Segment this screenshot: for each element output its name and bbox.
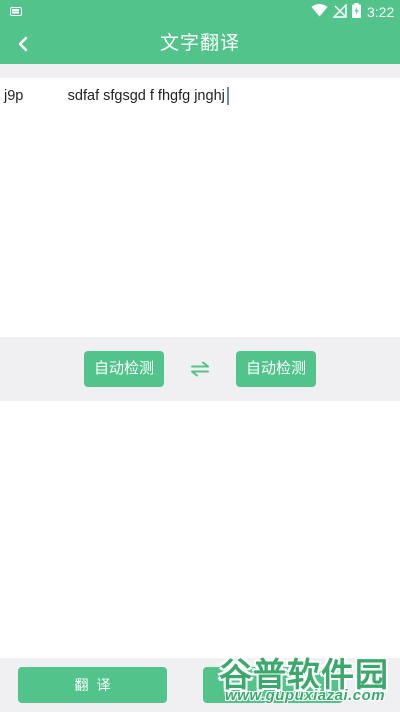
swap-arrows-icon	[191, 361, 209, 377]
text-caret	[226, 87, 229, 106]
app-bar: 文字翻译	[0, 24, 400, 64]
target-language-button[interactable]: 自动检测	[236, 351, 316, 387]
source-text-input[interactable]: j9p sdfaf sfgsgd f fhgfg jnghj	[0, 78, 400, 337]
status-time: 3:22	[367, 4, 395, 20]
swap-languages-button[interactable]	[186, 355, 214, 383]
keyboard-icon	[10, 7, 22, 16]
page-title: 文字翻译	[159, 33, 240, 54]
signal-icon	[333, 4, 347, 18]
source-language-button[interactable]: 自动检测	[84, 351, 164, 387]
status-bar: 3:22	[0, 0, 400, 24]
battery-icon	[352, 3, 361, 18]
translate-button[interactable]: 翻译	[18, 667, 167, 703]
wifi-icon	[311, 3, 328, 17]
watermark-url: www.gupuxiazai.com	[225, 687, 386, 704]
language-bar: 自动检测 自动检测	[0, 337, 400, 401]
translation-result-area	[0, 401, 400, 658]
source-text-value: j9p sdfaf sfgsgd f fhgfg jnghj	[4, 87, 229, 106]
watermark-logo: 谷普软件园 www.gupuxiazai.com	[219, 648, 397, 710]
header-divider	[0, 64, 400, 78]
